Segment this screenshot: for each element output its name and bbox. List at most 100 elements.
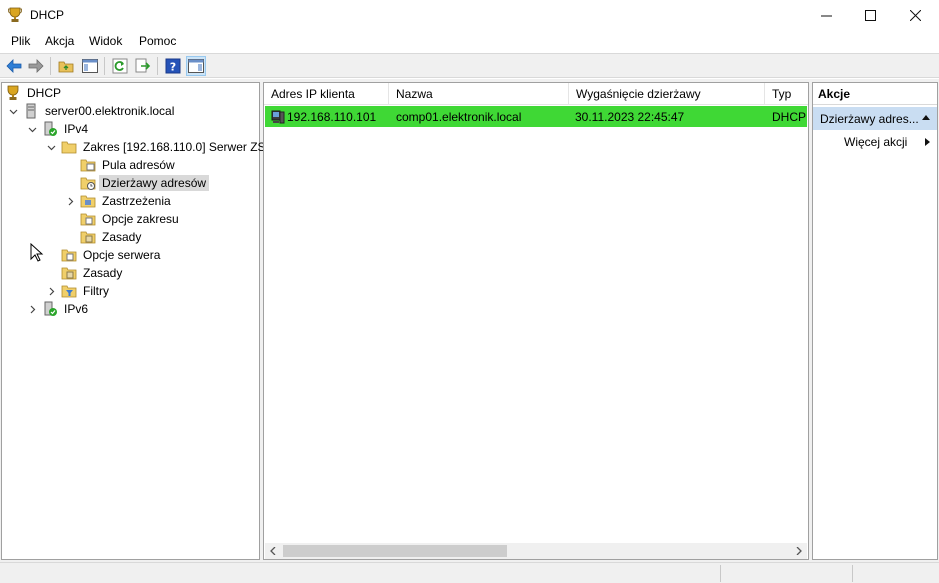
help-button[interactable]: ? [163, 56, 183, 76]
tree-label: IPv6 [64, 302, 89, 316]
mouse-pointer-icon [30, 243, 44, 262]
refresh-icon [112, 58, 128, 74]
minimize-icon [821, 15, 832, 16]
scroll-right-icon[interactable] [791, 543, 807, 559]
lease-list: Adres IP klienta Nazwa Wygaśnięcie dzier… [263, 82, 809, 560]
back-arrow-icon [6, 59, 22, 73]
tree-item-scope-policies[interactable]: Zasady [80, 228, 144, 246]
status-divider [852, 565, 853, 582]
tree-label: Pula adresów [102, 158, 175, 172]
server-options-icon [61, 249, 77, 262]
minimize-button[interactable] [804, 0, 849, 30]
cell-expiry: 30.11.2023 22:45:47 [575, 109, 685, 124]
close-button[interactable] [893, 0, 938, 30]
actions-section-leases[interactable]: Dzierżawy adres... [813, 107, 937, 130]
tree-item-server[interactable]: server00.elektronik.local [7, 102, 177, 120]
tree-item-dhcp[interactable]: DHCP [5, 84, 64, 102]
show-hide-tree-button[interactable] [80, 56, 100, 76]
tree-item-reservations[interactable]: Zastrzeżenia [64, 192, 174, 210]
actions-section-label: Dzierżawy adres... [820, 111, 919, 126]
tree-item-server-options[interactable]: Opcje serwera [61, 246, 163, 264]
window-title: DHCP [30, 8, 65, 22]
maximize-button[interactable] [848, 0, 893, 30]
scroll-thumb[interactable] [283, 545, 507, 557]
reservations-icon [80, 195, 96, 208]
status-divider [720, 565, 721, 582]
chevron-down-icon[interactable] [7, 105, 19, 117]
back-button[interactable] [4, 56, 24, 76]
policies-icon [80, 231, 96, 244]
ipv6-server-icon [44, 301, 57, 316]
policies-icon [61, 267, 77, 280]
export-list-icon [135, 58, 151, 73]
filter-icon [61, 285, 77, 298]
tree-label: Filtry [83, 284, 109, 298]
dhcp-trophy-icon [7, 85, 19, 100]
forward-button[interactable] [26, 56, 46, 76]
tree-label: Opcje zakresu [102, 212, 179, 226]
chevron-right-icon[interactable] [45, 285, 57, 297]
column-header-name[interactable]: Nazwa [389, 83, 569, 105]
menu-bar: Plik Akcja Widok Pomoc [0, 30, 939, 52]
horizontal-scrollbar[interactable] [265, 543, 807, 559]
tree-label: DHCP [27, 86, 62, 100]
tree-label: Zasady [102, 230, 142, 244]
up-folder-icon [58, 61, 74, 73]
menu-akcja[interactable]: Akcja [45, 34, 74, 48]
tree-label: server00.elektronik.local [45, 104, 175, 118]
tree-item-scope[interactable]: Zakres [192.168.110.0] Serwer ZSE [45, 138, 277, 156]
cell-ip: 192.168.110.101 [287, 109, 377, 124]
column-header-type[interactable]: Typ [765, 83, 808, 105]
address-leases-icon [80, 177, 96, 190]
cell-type: DHCP [772, 109, 807, 124]
toolbar-separator [104, 57, 105, 75]
actions-pane: Akcje Dzierżawy adres... Więcej akcji [812, 82, 938, 560]
show-hide-console-tree-icon [82, 59, 98, 73]
actions-title: Akcje [813, 83, 937, 105]
show-hide-action-pane-icon [188, 59, 204, 73]
collapse-up-icon [922, 115, 930, 120]
refresh-button[interactable] [110, 56, 130, 76]
column-header-expiry[interactable]: Wygaśnięcie dzierżawy [569, 83, 765, 105]
console-tree: DHCP server00.elektronik.local IPv4 Zakr… [1, 82, 274, 560]
tree-label: IPv4 [64, 122, 89, 136]
toolbar-separator [157, 57, 158, 75]
server-icon [26, 103, 36, 119]
tree-label: Zasady [83, 266, 123, 280]
menu-plik[interactable]: Plik [11, 34, 30, 48]
list-header: Adres IP klienta Nazwa Wygaśnięcie dzier… [264, 83, 808, 105]
tree-item-address-pool[interactable]: Pula adresów [80, 156, 178, 174]
more-actions-item[interactable]: Więcej akcji [813, 132, 937, 152]
chevron-down-icon[interactable] [45, 141, 57, 153]
menu-pomoc[interactable]: Pomoc [139, 34, 176, 48]
column-header-ip[interactable]: Adres IP klienta [264, 83, 389, 105]
tree-item-server-policies[interactable]: Zasady [61, 264, 125, 282]
up-button[interactable] [56, 56, 76, 76]
tree-label: Zakres [192.168.110.0] Serwer ZSE [83, 140, 274, 154]
tree-item-ipv6[interactable]: IPv6 [26, 300, 91, 318]
table-row[interactable]: 192.168.110.101 comp01.elektronik.local … [265, 106, 807, 127]
tree-label: Dzierżawy adresów [99, 175, 210, 191]
folder-icon [61, 141, 77, 154]
show-hide-action-pane-button[interactable] [186, 56, 206, 76]
scope-options-icon [80, 213, 96, 226]
ipv4-server-icon [44, 121, 57, 136]
tree-item-scope-options[interactable]: Opcje zakresu [80, 210, 182, 228]
status-bar [0, 562, 939, 583]
tree-item-ipv4[interactable]: IPv4 [26, 120, 91, 138]
submenu-arrow-icon [925, 138, 930, 146]
client-computer-icon [271, 110, 285, 124]
menu-widok[interactable]: Widok [89, 34, 122, 48]
chevron-down-icon[interactable] [26, 123, 38, 135]
chevron-right-icon[interactable] [26, 303, 38, 315]
tree-item-filters[interactable]: Filtry [45, 282, 112, 300]
toolbar-separator [50, 57, 51, 75]
maximize-icon [865, 9, 876, 21]
address-pool-icon [80, 159, 96, 172]
export-list-button[interactable] [133, 56, 153, 76]
scroll-left-icon[interactable] [265, 543, 281, 559]
svg-text:?: ? [170, 61, 176, 74]
chevron-right-icon[interactable] [64, 195, 76, 207]
tree-item-address-leases[interactable]: Dzierżawy adresów [80, 174, 210, 192]
help-icon: ? [165, 58, 181, 74]
